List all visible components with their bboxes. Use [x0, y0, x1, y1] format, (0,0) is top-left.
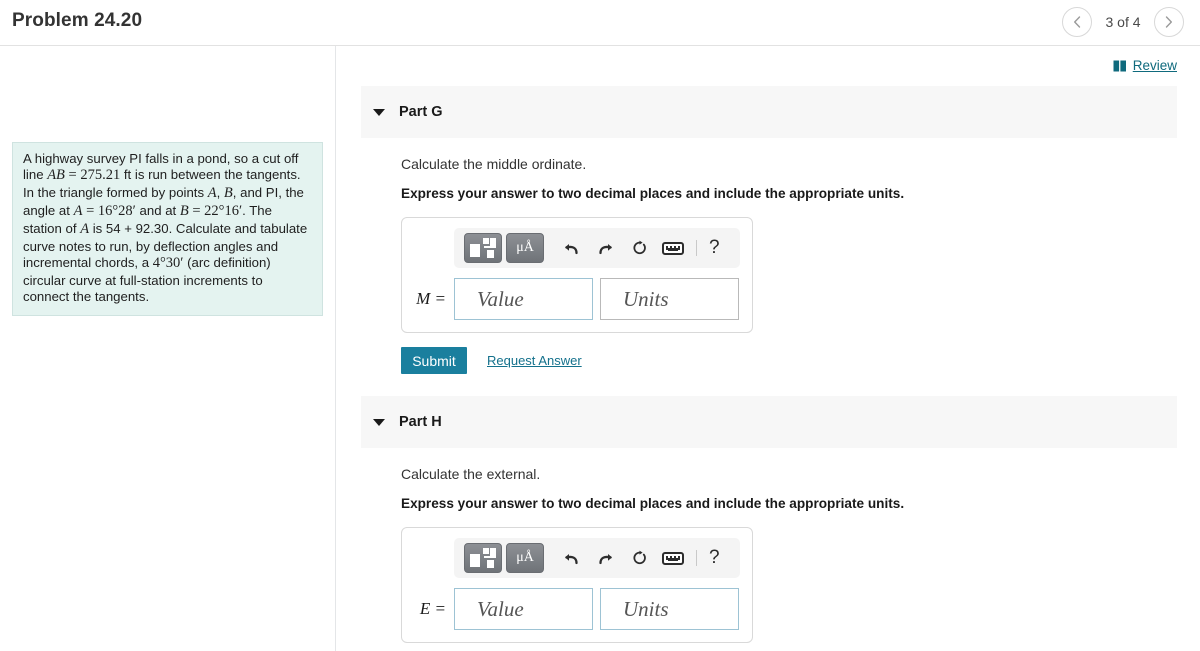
units-input-g[interactable]	[600, 278, 739, 320]
pager-label: 3 of 4	[1105, 14, 1141, 30]
keyboard-icon[interactable]	[656, 544, 690, 572]
undo-arrow-icon[interactable]	[554, 234, 588, 262]
help-icon[interactable]: ?	[703, 237, 726, 259]
math-template-icon[interactable]	[464, 543, 502, 573]
chevron-left-icon	[1074, 16, 1081, 28]
answer-widget-g: μÅ ? M = Value Units	[401, 217, 753, 333]
parts-pane: Review Part G Calculate the middle ordin…	[337, 46, 1200, 651]
answer-symbol-h: E =	[419, 599, 446, 618]
part-body-h: Calculate the external. Express your ans…	[361, 448, 1177, 651]
caret-down-icon[interactable]	[373, 108, 385, 116]
units-icon[interactable]: μÅ	[506, 233, 544, 263]
toolbar-divider	[696, 550, 697, 566]
reset-circular-arrow-icon[interactable]	[622, 234, 656, 262]
part-section-g: Part G Calculate the middle ordinate. Ex…	[361, 86, 1177, 374]
page-title: Problem 24.20	[12, 10, 143, 31]
undo-arrow-icon[interactable]	[554, 544, 588, 572]
part-header-g[interactable]: Part G	[361, 86, 1177, 138]
caret-down-icon[interactable]	[373, 418, 385, 426]
answer-toolbar-h: μÅ ?	[454, 538, 740, 578]
submit-button-g[interactable]: Submit	[401, 347, 467, 374]
book-icon	[1113, 60, 1126, 71]
part-body-g: Calculate the middle ordinate. Express y…	[361, 138, 1177, 374]
part-title-h: Part H	[399, 414, 442, 430]
part-prompt-g: Calculate the middle ordinate.	[401, 156, 587, 172]
part-instruction-h: Express your answer to two decimal place…	[401, 496, 905, 511]
part-section-h: Part H Calculate the external. Express y…	[361, 396, 1177, 651]
answer-toolbar-g: μÅ ?	[454, 228, 740, 268]
units-input-h[interactable]	[600, 588, 739, 630]
help-icon[interactable]: ?	[703, 547, 726, 569]
problem-statement-pane: A highway survey PI falls in a pond, so …	[0, 46, 336, 651]
part-title-g: Part G	[399, 104, 443, 120]
toolbar-divider	[696, 240, 697, 256]
value-input-g[interactable]	[454, 278, 593, 320]
part-instruction-g: Express your answer to two decimal place…	[401, 186, 905, 201]
keyboard-icon[interactable]	[656, 234, 690, 262]
problem-pager: 3 of 4	[1062, 7, 1184, 37]
part-prompt-h: Calculate the external.	[401, 466, 541, 482]
answer-widget-h: μÅ ? E = Value Units	[401, 527, 753, 643]
units-icon[interactable]: μÅ	[506, 543, 544, 573]
review-label: Review	[1132, 58, 1177, 73]
review-row: Review	[337, 46, 1200, 86]
chevron-right-icon	[1165, 16, 1172, 28]
actions-g: Submit Request Answer	[401, 347, 1177, 374]
redo-arrow-icon[interactable]	[588, 234, 622, 262]
part-header-h[interactable]: Part H	[361, 396, 1177, 448]
answer-row-h: E =	[414, 588, 740, 630]
redo-arrow-icon[interactable]	[588, 544, 622, 572]
reset-circular-arrow-icon[interactable]	[622, 544, 656, 572]
prev-problem-button[interactable]	[1062, 7, 1092, 37]
top-bar: Problem 24.20 3 of 4	[0, 0, 1200, 46]
answer-symbol-g: M =	[416, 289, 446, 308]
problem-statement-box: A highway survey PI falls in a pond, so …	[12, 142, 323, 317]
next-problem-button[interactable]	[1154, 7, 1184, 37]
value-input-h[interactable]	[454, 588, 593, 630]
math-template-icon[interactable]	[464, 233, 502, 263]
review-link[interactable]: Review	[1113, 58, 1177, 73]
request-answer-link-g[interactable]: Request Answer	[487, 353, 582, 368]
answer-row-g: M =	[414, 278, 740, 320]
content-area: A highway survey PI falls in a pond, so …	[0, 46, 1200, 651]
